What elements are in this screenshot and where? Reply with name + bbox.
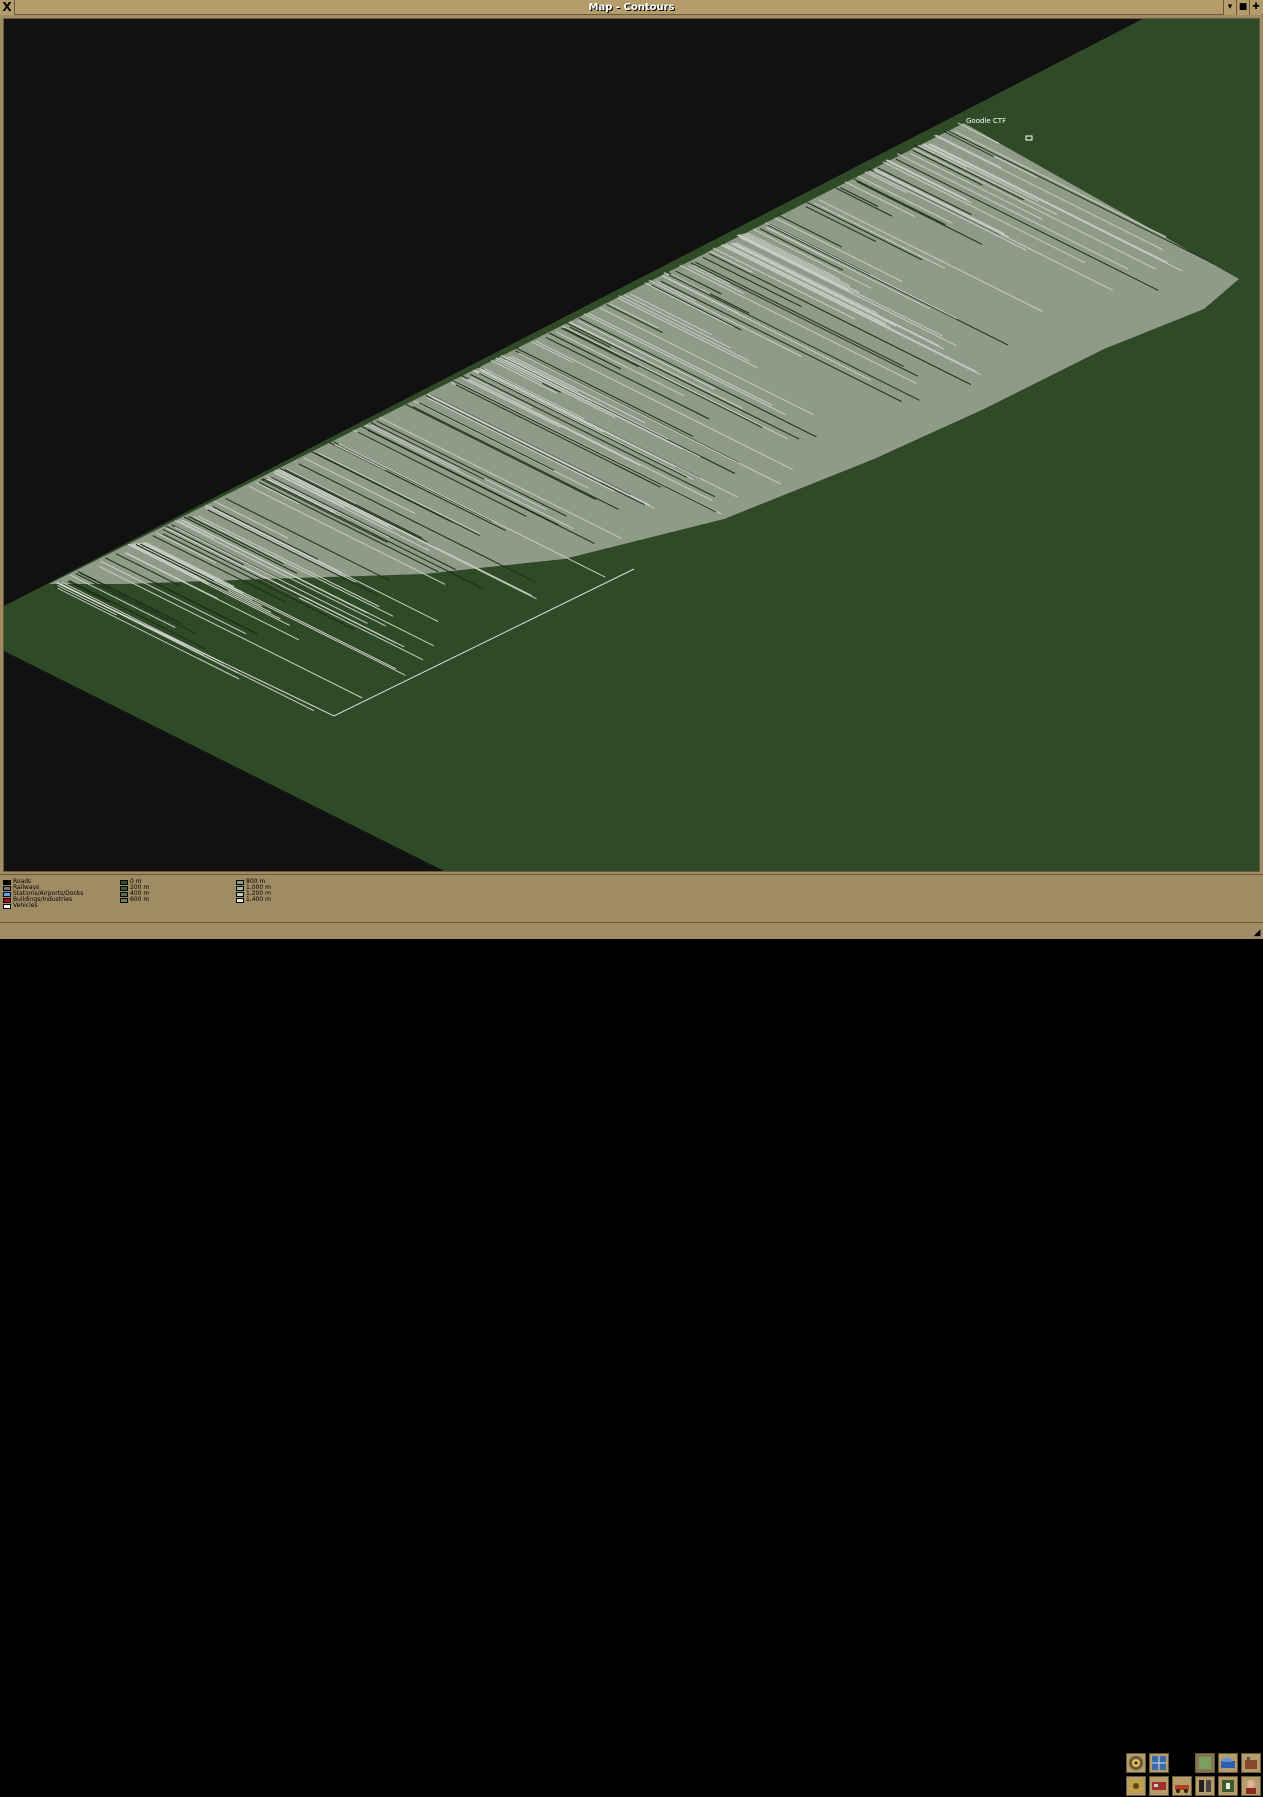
legend-swatch [120,891,128,897]
town-label: Goodle CTF [966,117,1006,125]
legend-swatch [3,903,11,909]
legend-panel: Roads Railways Stations/Airports/Docks Buil… [0,874,1263,1796]
legend-swatch [236,885,244,891]
title-bar[interactable]: X Map - Contours ▾ ■ ✚ [0,0,1263,15]
map-toolbar [1126,1753,1262,1797]
legend-swatch [3,891,11,897]
legend-swatch [236,879,244,885]
industries-button[interactable] [1241,1753,1261,1773]
road-vehicles-icon [1175,1785,1189,1793]
linkstats-button[interactable] [1126,1776,1146,1796]
routes-button[interactable] [1218,1753,1238,1773]
owners-icon [1199,1757,1211,1769]
legend-item: 1,400 m [236,897,271,903]
legend-heights-high: 800 m 1,000 m 1,200 m 1,400 m [236,879,271,903]
show-owner-icon [1246,1780,1256,1794]
legend-label: 1,400 m [246,896,271,903]
trains-icon [1152,1782,1166,1790]
legend-swatch [3,885,11,891]
status-bar: ◢ [0,922,1263,939]
legend-categories: Roads Railways Stations/Airports/Docks Buil… [3,879,83,909]
sticky-button[interactable]: ✚ [1249,0,1262,15]
resize-handle[interactable]: ◢ [1252,928,1262,938]
legend-item: 600 m [120,897,149,903]
legend-swatch [120,879,128,885]
show-owner-button[interactable] [1241,1776,1261,1796]
contours-button[interactable] [1126,1753,1146,1773]
map-window: X Map - Contours ▾ ■ ✚ Goodle CTF Roads R… [0,0,1263,1796]
map-viewport[interactable]: Goodle CTF [3,18,1260,872]
vegetation-button[interactable] [1149,1753,1169,1773]
owners-button[interactable] [1195,1753,1215,1773]
center-button[interactable] [1218,1776,1238,1796]
legend-swatch [120,885,128,891]
trains-button[interactable] [1149,1776,1169,1796]
legend-label: Vehicles [13,902,38,909]
contours-icon [1129,1756,1143,1770]
linkstats-icon [1129,1779,1143,1793]
legend-item: Vehicles [3,903,83,909]
legend-label: 600 m [130,896,150,903]
routes-icon [1221,1758,1235,1768]
window-title: Map - Contours [588,2,675,13]
contour-map[interactable]: Goodle CTF [4,19,1259,871]
legend-swatch [3,897,11,903]
shade-button[interactable]: ▾ [1223,0,1236,15]
legend-swatch [236,897,244,903]
legend-swatch [120,897,128,903]
town-names-button[interactable] [1195,1776,1215,1796]
toggle-town-names-icon [1199,1780,1211,1792]
industries-icon [1245,1757,1257,1769]
center-icon [1222,1780,1234,1792]
legend-swatch [236,891,244,897]
legend-swatch [3,879,11,885]
legend-heights-low: 0 m 200 m 400 m 600 m [120,879,149,903]
default-size-button[interactable]: ■ [1236,0,1249,15]
vegetation-icon [1152,1756,1166,1770]
road-vehicles-button[interactable] [1172,1776,1192,1796]
